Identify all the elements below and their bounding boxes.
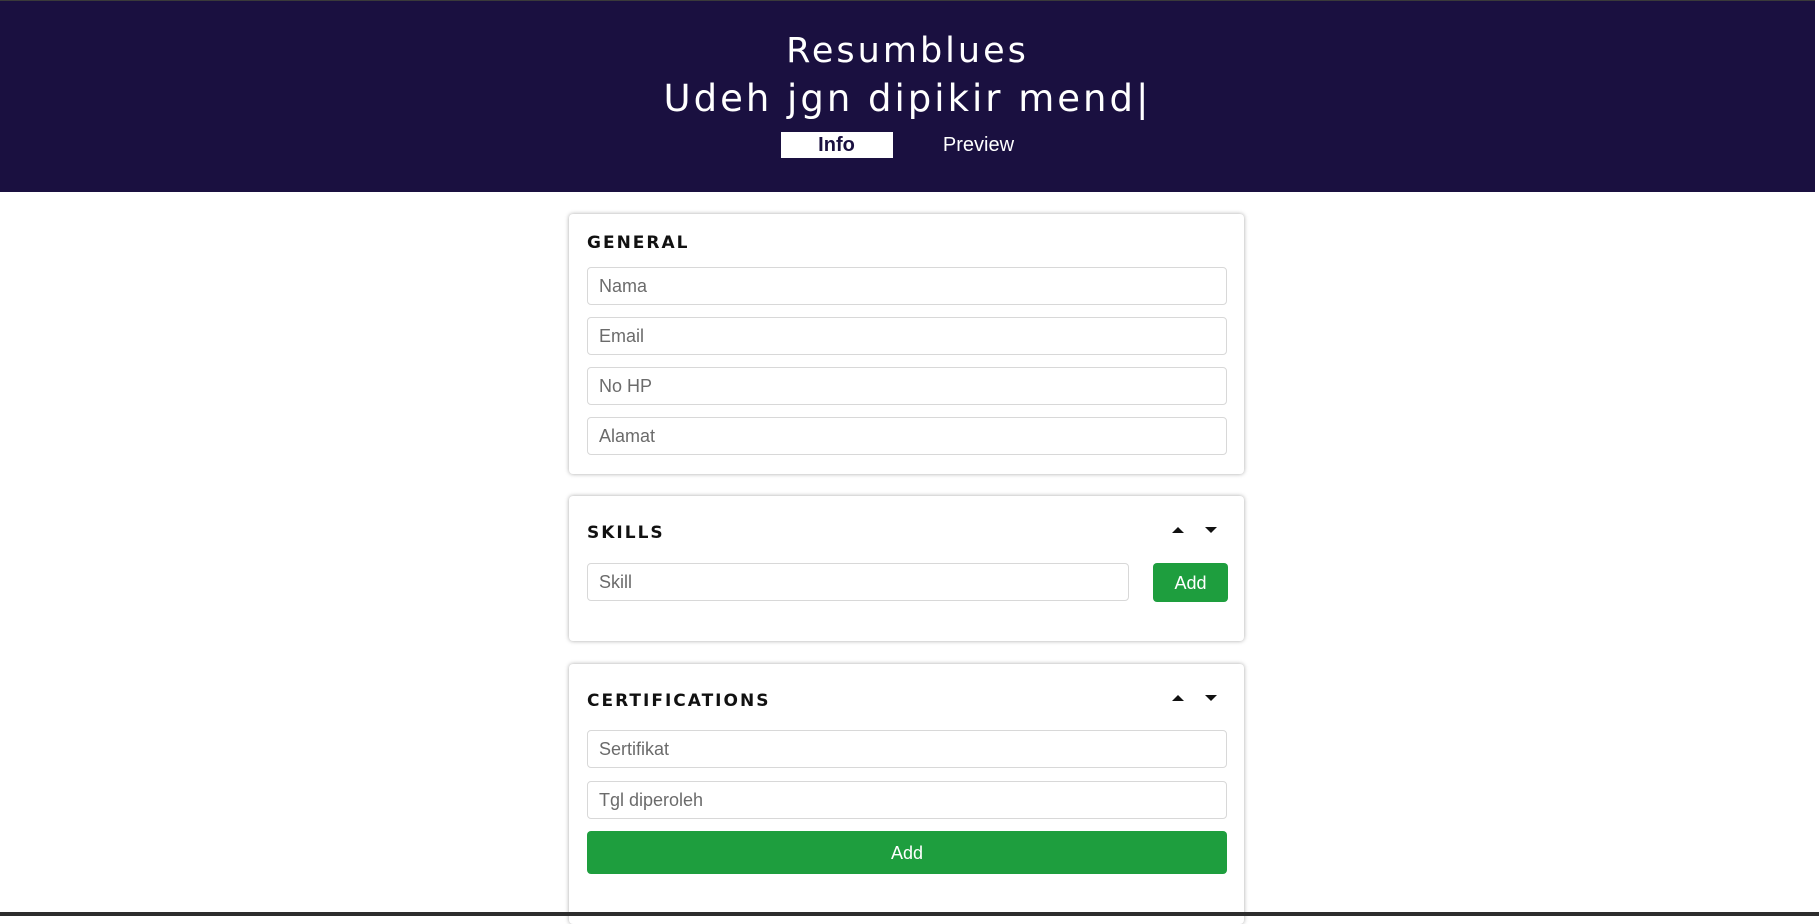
certifications-title: CERTIFICATIONS [587,691,771,711]
window-bottom-edge [0,912,1819,916]
general-card: GENERAL [569,214,1244,474]
skills-title: SKILLS [587,523,665,543]
tab-bar: Info Preview [0,132,1815,158]
skills-card: SKILLS Add [569,496,1244,641]
caret-down-icon[interactable] [1201,522,1221,538]
tgl-diperoleh-input[interactable] [587,781,1227,819]
tab-preview[interactable]: Preview [923,132,1035,158]
general-title: GENERAL [587,233,690,253]
nama-input[interactable] [587,267,1227,305]
add-certification-button[interactable]: Add [587,831,1227,874]
sertifikat-input[interactable] [587,730,1227,768]
caret-up-icon[interactable] [1168,522,1188,538]
certifications-card: CERTIFICATIONS Add [569,664,1244,924]
brand-title: Resumblues [786,31,1029,71]
tab-info[interactable]: Info [780,132,893,158]
nohp-input[interactable] [587,367,1227,405]
skill-input[interactable] [587,563,1129,601]
caret-up-icon[interactable] [1168,690,1188,706]
alamat-input[interactable] [587,417,1227,455]
app-header: Resumblues Udeh jgn dipikir mend| Info P… [0,0,1815,192]
add-skill-button[interactable]: Add [1153,563,1228,602]
typing-tagline: Udeh jgn dipikir mend| [663,77,1152,120]
caret-down-icon[interactable] [1201,690,1221,706]
email-input[interactable] [587,317,1227,355]
